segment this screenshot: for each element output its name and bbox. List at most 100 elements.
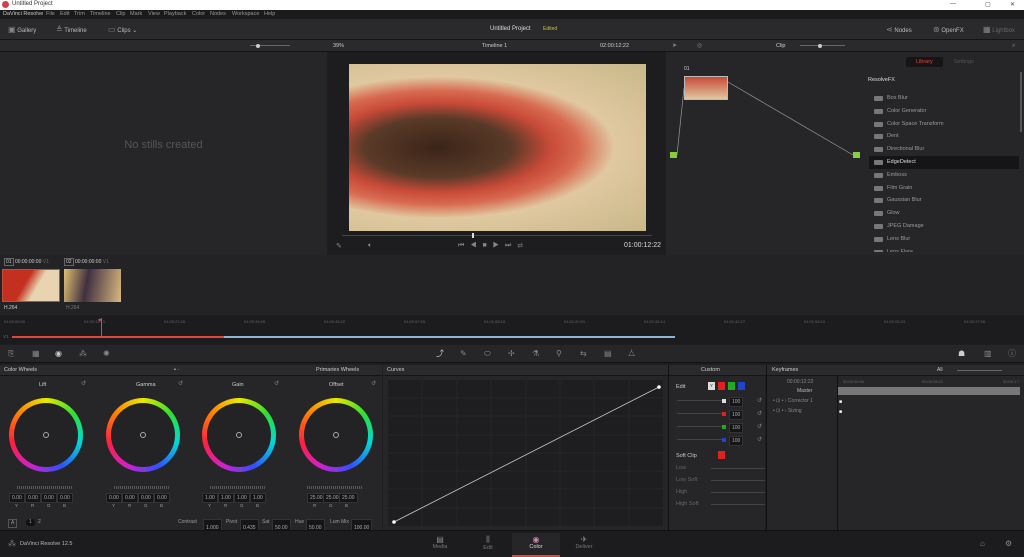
scrubber[interactable] <box>342 233 652 238</box>
triangle-icon[interactable]: ⧊ <box>628 345 635 363</box>
color-wheels-icon[interactable]: ◉ <box>55 345 62 363</box>
keyframe-dot[interactable]: ■ <box>839 409 842 415</box>
master-wheel-slider[interactable] <box>210 486 266 489</box>
low-soft-slider[interactable] <box>711 480 765 481</box>
wheel-value-field[interactable]: 0.00 <box>9 493 25 503</box>
menu-davinci[interactable]: DaVinci Resolve <box>3 10 43 19</box>
qualifier-icon[interactable]: ✎ <box>460 345 467 363</box>
master-wheel-slider[interactable] <box>114 486 170 489</box>
picker-icon[interactable]: ✎ <box>336 242 342 250</box>
audio-icon[interactable]: 🔈︎ <box>368 242 372 250</box>
info-icon[interactable]: ⓘ <box>1008 345 1016 363</box>
keyframe-dot[interactable]: ■ <box>839 399 842 405</box>
keyframes-filter-dropdown[interactable]: All <box>937 365 943 376</box>
fx-item[interactable]: Color Space Transform <box>869 118 1019 131</box>
fx-item[interactable]: Directional Blur <box>869 143 1019 156</box>
curve-graph[interactable] <box>388 380 663 526</box>
fx-item[interactable]: Gaussian Blur <box>869 194 1019 207</box>
master-wheel-slider[interactable] <box>307 486 363 489</box>
search-icon[interactable]: ⌕ <box>1012 40 1015 52</box>
tab-settings[interactable]: Settings <box>954 59 974 65</box>
page-2-button[interactable]: 2 <box>38 519 41 526</box>
settings-gear-icon[interactable]: ⚙ <box>1005 539 1012 548</box>
menu-mark[interactable]: Mark <box>130 10 142 19</box>
motion-effects-icon[interactable]: ✺ <box>103 345 110 363</box>
intensity-field[interactable]: 100 <box>729 423 744 433</box>
high-soft-slider[interactable] <box>711 504 765 505</box>
fx-item[interactable]: Dent <box>869 130 1019 143</box>
wheel-value-field[interactable]: 0.00 <box>57 493 73 503</box>
keyframes-icon[interactable]: ☗ <box>958 345 965 363</box>
home-icon[interactable]: ⌂ <box>980 539 985 548</box>
reset-icon[interactable]: ↺ <box>274 380 279 387</box>
minimize-button[interactable]: — <box>950 1 956 7</box>
reset-icon[interactable]: ↺ <box>757 397 762 404</box>
scopes-icon[interactable]: ▥ <box>984 345 992 363</box>
blur-icon[interactable]: ⚗ <box>532 345 539 363</box>
keyframes-zoom-slider[interactable] <box>957 370 1002 371</box>
soft-clip-r-button[interactable] <box>718 451 725 459</box>
wheel-value-field[interactable]: 1.00 <box>202 493 218 503</box>
gallery-zoom-slider[interactable] <box>250 43 290 48</box>
page-media[interactable]: ▤ Media <box>416 535 464 550</box>
fx-scrollbar[interactable] <box>1020 72 1022 132</box>
reset-icon[interactable]: ↺ <box>757 423 762 430</box>
low-slider[interactable] <box>711 468 765 469</box>
reset-icon[interactable]: ↺ <box>371 380 376 387</box>
master-wheel-slider[interactable] <box>17 486 73 489</box>
settings-icon[interactable]: ◎ <box>697 40 702 52</box>
color-match-icon[interactable]: ▦ <box>32 345 40 363</box>
menu-help[interactable]: Help <box>264 10 275 19</box>
a-mode-button[interactable]: A <box>8 519 18 528</box>
fx-item[interactable]: Glow <box>869 207 1019 220</box>
menu-nodes[interactable]: Nodes <box>210 10 226 19</box>
intensity-slider[interactable] <box>677 411 726 416</box>
wheels-mode-dropdown[interactable]: Primaries Wheels <box>316 365 359 376</box>
color-wheel-gamma[interactable] <box>106 398 180 472</box>
node-zoom-slider[interactable] <box>800 43 845 48</box>
wheel-value-field[interactable]: 1.00 <box>234 493 250 503</box>
menu-workspace[interactable]: Workspace <box>232 10 259 19</box>
wheel-value-field[interactable]: 0.00 <box>122 493 138 503</box>
intensity-slider[interactable] <box>677 398 726 403</box>
menu-clip[interactable]: Clip <box>116 10 125 19</box>
zoom-dropdown[interactable]: 39% <box>333 40 344 52</box>
channel-y-button[interactable]: Y <box>708 382 715 390</box>
nodes-button[interactable]: ⋖ Nodes <box>886 19 912 42</box>
wheel-value-field[interactable]: 1.00 <box>250 493 266 503</box>
keyframe-row-master[interactable]: Master <box>797 388 812 394</box>
tab-library[interactable]: Library <box>906 57 943 67</box>
fx-item[interactable]: Box Blur <box>869 92 1019 105</box>
rgb-mixer-icon[interactable]: ⁂ <box>79 345 87 363</box>
timeline-button[interactable]: ≜ Timeline <box>56 19 87 42</box>
camera-raw-icon[interactable]: ⎘ <box>8 345 14 363</box>
color-wheel-lift[interactable] <box>9 398 83 472</box>
wheel-value-field[interactable]: 0.00 <box>41 493 57 503</box>
track-clip-2[interactable] <box>224 336 675 338</box>
fx-item[interactable]: Lens Blur <box>869 233 1019 246</box>
fx-item-selected[interactable]: EdgeDetect <box>869 155 1019 169</box>
wheel-value-field[interactable]: 0.00 <box>138 493 154 503</box>
clip-thumbnail-1[interactable] <box>2 269 60 302</box>
wheel-value-field[interactable]: 1.00 <box>218 493 234 503</box>
intensity-slider[interactable] <box>677 437 726 442</box>
close-button[interactable]: ✕ <box>1010 1 1015 8</box>
window-icon[interactable]: ⬭ <box>484 345 491 363</box>
intensity-field[interactable]: 100 <box>729 436 744 446</box>
channel-r-button[interactable]: R <box>718 382 725 390</box>
reset-icon[interactable]: ↺ <box>178 380 183 387</box>
menu-trim[interactable]: Trim <box>74 10 85 19</box>
wheel-value-field[interactable]: 0.00 <box>154 493 170 503</box>
fx-item[interactable]: Color Generator <box>869 105 1019 118</box>
fx-item[interactable]: Lens Flare <box>869 246 1019 252</box>
menu-edit[interactable]: Edit <box>60 10 69 19</box>
clip-mode-dropdown[interactable]: Clip <box>776 40 785 52</box>
page-dots[interactable]: • · <box>174 365 179 376</box>
page-color[interactable]: ◉ Color <box>512 533 560 557</box>
wheel-value-field[interactable]: 0.00 <box>106 493 122 503</box>
maximize-button[interactable]: ▢ <box>985 1 991 8</box>
fx-item[interactable]: Emboss <box>869 169 1019 182</box>
tracker-icon[interactable]: ✢ <box>508 345 515 363</box>
reset-icon[interactable]: ↺ <box>757 410 762 417</box>
curves-mode-dropdown[interactable]: Custom <box>701 365 720 376</box>
